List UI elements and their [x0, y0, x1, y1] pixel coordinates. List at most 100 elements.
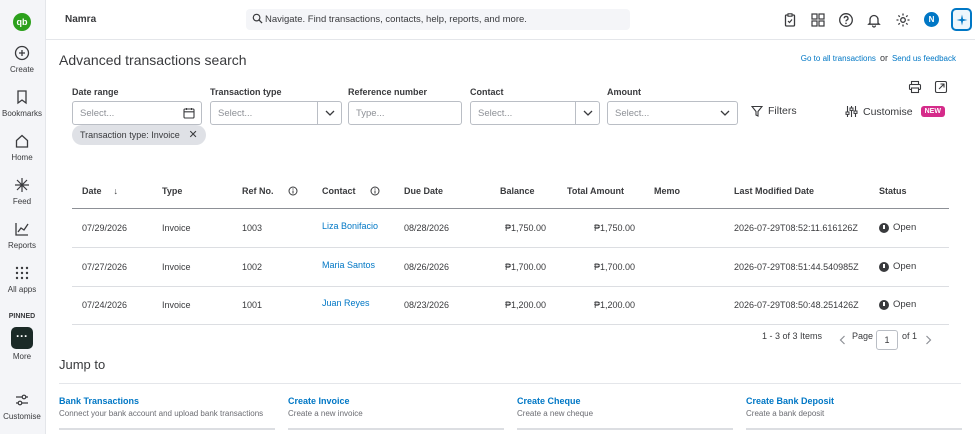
status-badge: Open	[879, 261, 916, 272]
reference-number-placeholder: Type...	[356, 108, 385, 119]
cell-date: 07/24/2026	[82, 300, 128, 310]
column-header-last-modified[interactable]: Last Modified Date	[734, 186, 814, 196]
jump-card-title[interactable]: Create Cheque	[517, 396, 593, 406]
cell-contact-link[interactable]: Juan Reyes	[322, 298, 370, 308]
column-header-contact[interactable]: Contact	[322, 186, 380, 196]
column-header-ref-no[interactable]: Ref No.	[242, 186, 298, 196]
cell-balance: ₱1,750.00	[505, 223, 547, 233]
jump-card-underline	[59, 428, 275, 430]
column-header-type[interactable]: Type	[162, 186, 182, 196]
cell-type: Invoice	[162, 300, 191, 310]
date-range-label: Date range	[72, 87, 119, 97]
send-feedback-link[interactable]: Send us feedback	[892, 54, 956, 63]
jump-card-create-cheque[interactable]: Create Cheque Create a new cheque	[517, 396, 593, 418]
cell-ref: 1001	[242, 300, 263, 310]
contact-label: Contact	[470, 87, 504, 97]
sidebar-item-reports[interactable]: Reports	[0, 221, 44, 250]
column-header-due-date[interactable]: Due Date	[404, 186, 443, 196]
quickbooks-logo[interactable]: qb	[13, 13, 31, 31]
bookmark-icon	[17, 90, 27, 105]
home-icon	[15, 134, 29, 148]
transaction-type-placeholder: Select...	[218, 108, 253, 119]
jump-card-bank-transactions[interactable]: Bank Transactions Connect your bank acco…	[59, 396, 263, 418]
contact-select[interactable]: Select...	[470, 101, 600, 125]
avatar[interactable]: N	[924, 12, 939, 27]
jump-to-divider	[59, 383, 961, 384]
amount-placeholder: Select...	[615, 108, 650, 119]
date-range-field[interactable]: Select...	[72, 101, 202, 125]
jump-card-underline	[288, 428, 504, 430]
transaction-type-select[interactable]: Select...	[210, 101, 342, 125]
gear-icon[interactable]	[895, 12, 911, 28]
header-links: Go to all transactions or Send us feedback	[801, 53, 956, 63]
bell-icon[interactable]	[866, 12, 882, 28]
funnel-icon	[751, 105, 763, 117]
pinned-section-label: PINNED	[8, 313, 36, 320]
chevron-right-icon[interactable]	[925, 335, 932, 345]
jump-card-title[interactable]: Create Invoice	[288, 396, 363, 406]
chevron-down-icon[interactable]	[575, 102, 599, 124]
jump-card-create-invoice[interactable]: Create Invoice Create a new invoice	[288, 396, 363, 418]
sidebar-item-customise[interactable]: Customise	[0, 392, 44, 421]
page-title: Advanced transactions search	[59, 52, 247, 68]
sidebar-item-all-apps[interactable]: All apps	[0, 265, 44, 294]
app-switch-icon[interactable]	[810, 12, 826, 28]
table-header-divider	[72, 208, 949, 209]
help-icon[interactable]	[838, 12, 854, 28]
sidebar-item-label: All apps	[7, 285, 37, 294]
cell-due-date: 08/28/2026	[404, 223, 450, 233]
amount-select[interactable]: Select...	[607, 101, 738, 125]
column-header-memo[interactable]: Memo	[654, 186, 680, 196]
date-range-placeholder: Select...	[80, 108, 115, 119]
column-header-date[interactable]: Date ↓	[82, 186, 118, 196]
cell-ref: 1003	[242, 223, 263, 233]
info-icon[interactable]	[370, 186, 380, 196]
customise-label: Customise	[863, 105, 913, 118]
cell-contact-link[interactable]: Liza Bonifacio	[322, 221, 378, 231]
grid-icon	[15, 266, 29, 280]
active-filter-chip: Transaction type: Invoice ✕	[72, 125, 206, 145]
transaction-type-label: Transaction type	[210, 87, 282, 97]
jump-card-underline	[517, 428, 733, 430]
sidebar-item-home[interactable]: Home	[0, 133, 44, 162]
chevron-down-icon[interactable]	[317, 102, 341, 124]
cell-type: Invoice	[162, 262, 191, 272]
column-header-total-amount[interactable]: Total Amount	[567, 186, 624, 196]
export-icon[interactable]	[934, 80, 948, 94]
row-divider	[72, 286, 949, 287]
sidebar-item-label: Bookmarks	[1, 109, 42, 118]
jump-card-title[interactable]: Create Bank Deposit	[746, 396, 834, 406]
search-input[interactable]	[265, 11, 625, 28]
global-search[interactable]	[246, 9, 630, 30]
close-icon[interactable]: ✕	[189, 125, 198, 145]
chevron-down-icon[interactable]	[713, 102, 737, 124]
chevron-left-icon[interactable]	[839, 335, 846, 345]
jump-card-title[interactable]: Bank Transactions	[59, 396, 263, 406]
status-badge: Open	[879, 299, 916, 310]
clipboard-icon[interactable]	[782, 12, 798, 28]
reference-number-input[interactable]: Type...	[348, 101, 462, 125]
jump-card-create-bank-deposit[interactable]: Create Bank Deposit Create a bank deposi…	[746, 396, 834, 418]
column-header-status[interactable]: Status	[879, 186, 907, 196]
sidebar-item-create[interactable]: Create	[0, 45, 44, 74]
contact-placeholder: Select...	[478, 108, 513, 119]
sliders-icon	[16, 394, 28, 406]
go-to-all-transactions-link[interactable]: Go to all transactions	[801, 54, 876, 63]
cell-total: ₱1,200.00	[594, 300, 636, 310]
calendar-icon[interactable]	[177, 102, 201, 124]
page-number-input[interactable]: 1	[876, 330, 898, 350]
assistant-button[interactable]	[951, 8, 972, 31]
cell-modified: 2026-07-29T08:50:48.251426Z	[734, 300, 859, 310]
info-icon[interactable]	[288, 186, 298, 196]
cell-type: Invoice	[162, 223, 191, 233]
filters-button[interactable]: Filters	[751, 105, 797, 117]
column-header-balance[interactable]: Balance	[500, 186, 535, 196]
more-button[interactable]: ···	[11, 327, 33, 349]
cell-total: ₱1,700.00	[594, 262, 636, 272]
print-icon[interactable]	[908, 80, 922, 94]
status-badge: Open	[879, 222, 916, 233]
sidebar-item-feed[interactable]: Feed	[0, 177, 44, 206]
cell-contact-link[interactable]: Maria Santos	[322, 260, 375, 270]
customise-button[interactable]: Customise NEW	[845, 105, 945, 118]
sidebar-item-bookmarks[interactable]: Bookmarks	[0, 89, 44, 118]
